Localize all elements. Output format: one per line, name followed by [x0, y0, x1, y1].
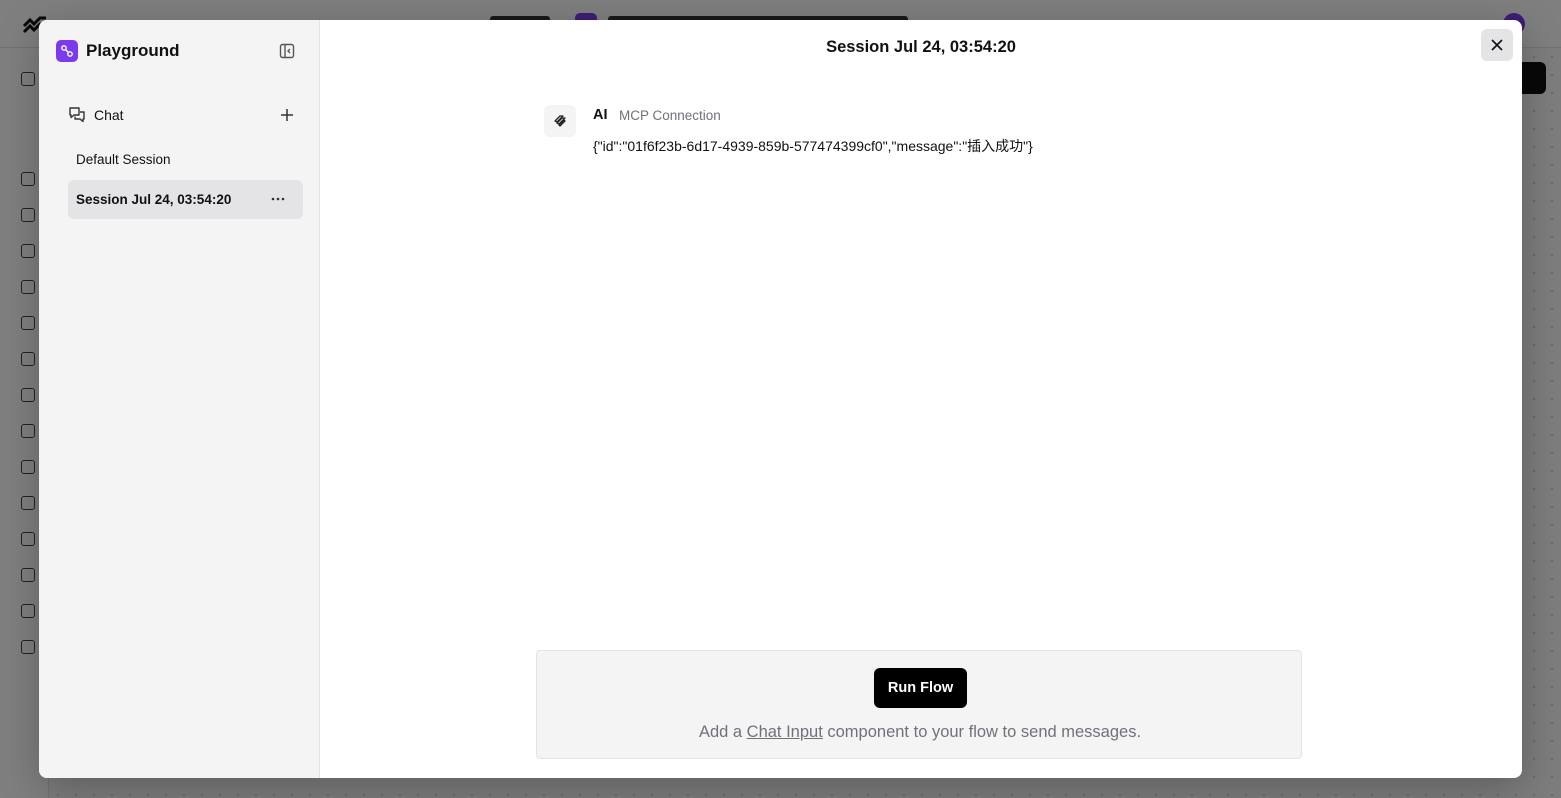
hint-prefix: Add a [698, 723, 747, 741]
session-item-default[interactable]: Default Session [68, 140, 303, 179]
session-label: Session Jul 24, 03:54:20 [76, 192, 232, 207]
message-source: MCP Connection [619, 108, 721, 123]
playground-title: Playground [86, 41, 180, 60]
session-label: Default Session [76, 152, 171, 167]
message-text: {"id":"01f6f23b-6d17-4939-859b-577474399… [593, 138, 1033, 154]
playground-modal: Playground Chat Default Session Session … [39, 20, 1522, 778]
page-title: Session Jul 24, 03:54:20 [826, 38, 1016, 56]
sidebar-collapse-button[interactable] [278, 42, 296, 60]
run-flow-button[interactable]: Run Flow [874, 668, 967, 708]
close-icon [1491, 39, 1503, 51]
chat-input-hint: Add a Chat Input component to your flow … [537, 723, 1303, 742]
chat-label: Chat [94, 107, 124, 123]
session-more-button[interactable] [267, 188, 289, 210]
message-sender: AI [593, 107, 608, 123]
chat-bubbles-icon [69, 107, 85, 123]
sidebar-collapse-icon [279, 43, 295, 59]
plus-icon [281, 109, 293, 121]
close-button[interactable] [1481, 29, 1513, 61]
new-chat-button[interactable] [278, 105, 296, 125]
chat-input-link[interactable]: Chat Input [747, 723, 823, 741]
chat-input-panel: Run Flow Add a Chat Input component to y… [536, 650, 1302, 759]
chat-main: Session Jul 24, 03:54:20 AI MCP Connecti… [320, 20, 1522, 778]
session-item-active[interactable]: Session Jul 24, 03:54:20 [68, 180, 303, 219]
more-horizontal-icon [271, 197, 285, 201]
hint-suffix: component to your flow to send messages. [822, 723, 1142, 741]
chat-section-header: Chat [68, 105, 294, 125]
playground-icon [56, 40, 78, 62]
bot-avatar-icon [544, 105, 576, 137]
playground-sidebar: Playground Chat Default Session Session … [39, 20, 320, 778]
